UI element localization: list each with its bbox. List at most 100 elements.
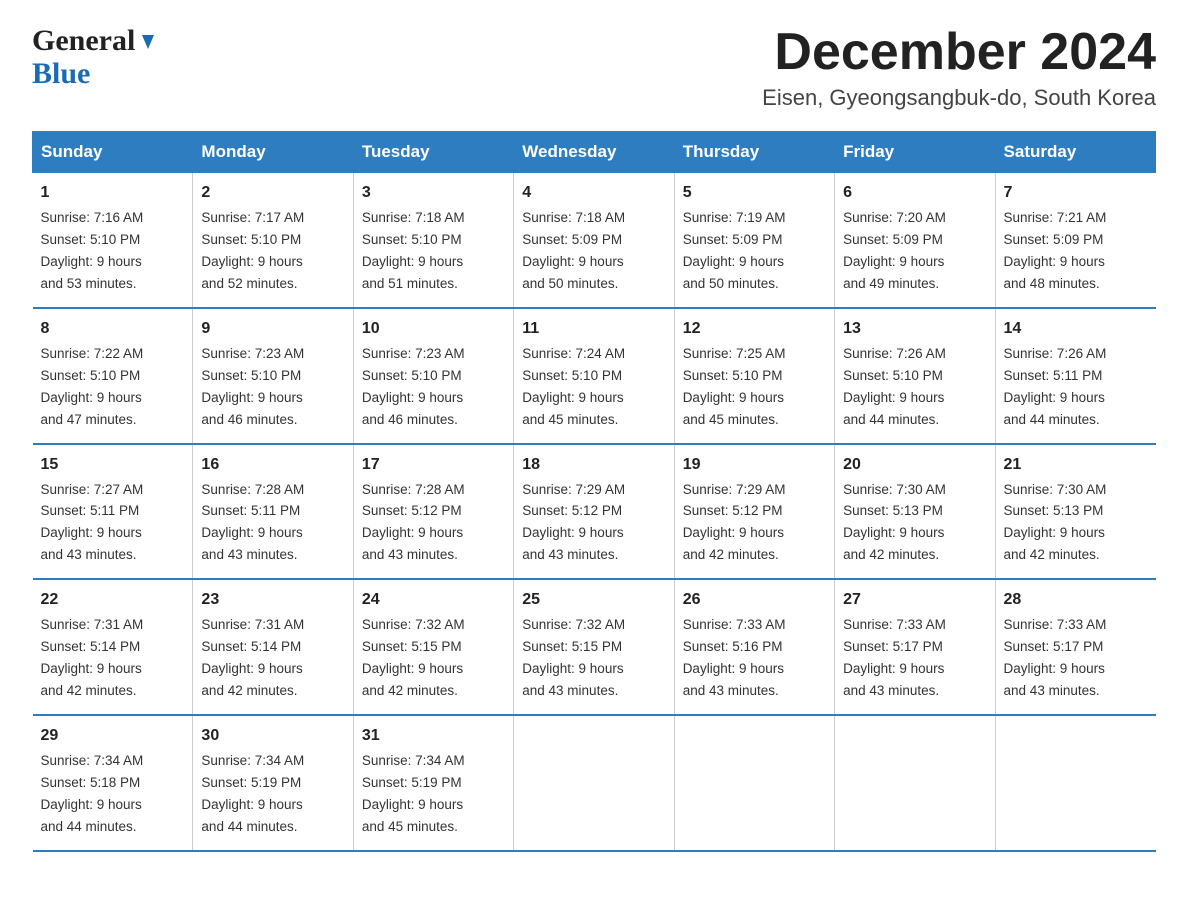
calendar-day-cell: 27 Sunrise: 7:33 AMSunset: 5:17 PMDaylig… [835, 579, 995, 715]
logo-blue-text: Blue [32, 57, 90, 90]
day-info: Sunrise: 7:21 AMSunset: 5:09 PMDaylight:… [1004, 210, 1107, 291]
calendar-day-cell [514, 715, 674, 851]
calendar-table: Sunday Monday Tuesday Wednesday Thursday… [32, 131, 1156, 851]
day-number: 13 [843, 317, 986, 341]
day-info: Sunrise: 7:17 AMSunset: 5:10 PMDaylight:… [201, 210, 304, 291]
day-number: 10 [362, 317, 505, 341]
day-number: 3 [362, 181, 505, 205]
calendar-day-cell: 1 Sunrise: 7:16 AMSunset: 5:10 PMDayligh… [33, 173, 193, 308]
location-title: Eisen, Gyeongsangbuk-do, South Korea [762, 85, 1156, 111]
calendar-day-cell: 24 Sunrise: 7:32 AMSunset: 5:15 PMDaylig… [353, 579, 513, 715]
calendar-day-cell: 21 Sunrise: 7:30 AMSunset: 5:13 PMDaylig… [995, 444, 1155, 580]
day-number: 15 [41, 453, 185, 477]
page-header: General Blue December 2024 Eisen, Gyeong… [32, 24, 1156, 111]
day-number: 18 [522, 453, 665, 477]
day-number: 23 [201, 588, 344, 612]
calendar-day-cell: 23 Sunrise: 7:31 AMSunset: 5:14 PMDaylig… [193, 579, 353, 715]
header-saturday: Saturday [995, 132, 1155, 173]
day-info: Sunrise: 7:28 AMSunset: 5:12 PMDaylight:… [362, 482, 465, 563]
day-info: Sunrise: 7:29 AMSunset: 5:12 PMDaylight:… [522, 482, 625, 563]
day-info: Sunrise: 7:34 AMSunset: 5:19 PMDaylight:… [362, 753, 465, 834]
day-number: 28 [1004, 588, 1148, 612]
day-info: Sunrise: 7:33 AMSunset: 5:17 PMDaylight:… [843, 617, 946, 698]
day-info: Sunrise: 7:24 AMSunset: 5:10 PMDaylight:… [522, 346, 625, 427]
day-info: Sunrise: 7:29 AMSunset: 5:12 PMDaylight:… [683, 482, 786, 563]
day-number: 6 [843, 181, 986, 205]
day-number: 20 [843, 453, 986, 477]
day-info: Sunrise: 7:28 AMSunset: 5:11 PMDaylight:… [201, 482, 304, 563]
day-number: 8 [41, 317, 185, 341]
calendar-day-cell: 29 Sunrise: 7:34 AMSunset: 5:18 PMDaylig… [33, 715, 193, 851]
calendar-day-cell: 9 Sunrise: 7:23 AMSunset: 5:10 PMDayligh… [193, 308, 353, 444]
header-wednesday: Wednesday [514, 132, 674, 173]
day-info: Sunrise: 7:25 AMSunset: 5:10 PMDaylight:… [683, 346, 786, 427]
logo-arrow-icon [137, 31, 159, 53]
calendar-day-cell: 5 Sunrise: 7:19 AMSunset: 5:09 PMDayligh… [674, 173, 834, 308]
day-number: 17 [362, 453, 505, 477]
calendar-day-cell [674, 715, 834, 851]
calendar-day-cell: 22 Sunrise: 7:31 AMSunset: 5:14 PMDaylig… [33, 579, 193, 715]
day-info: Sunrise: 7:23 AMSunset: 5:10 PMDaylight:… [201, 346, 304, 427]
day-number: 5 [683, 181, 826, 205]
calendar-day-cell: 12 Sunrise: 7:25 AMSunset: 5:10 PMDaylig… [674, 308, 834, 444]
calendar-week-row: 15 Sunrise: 7:27 AMSunset: 5:11 PMDaylig… [33, 444, 1156, 580]
calendar-day-cell: 18 Sunrise: 7:29 AMSunset: 5:12 PMDaylig… [514, 444, 674, 580]
month-title: December 2024 [762, 24, 1156, 81]
day-number: 12 [683, 317, 826, 341]
day-info: Sunrise: 7:31 AMSunset: 5:14 PMDaylight:… [41, 617, 144, 698]
calendar-day-cell: 10 Sunrise: 7:23 AMSunset: 5:10 PMDaylig… [353, 308, 513, 444]
header-tuesday: Tuesday [353, 132, 513, 173]
day-info: Sunrise: 7:18 AMSunset: 5:10 PMDaylight:… [362, 210, 465, 291]
calendar-day-cell: 17 Sunrise: 7:28 AMSunset: 5:12 PMDaylig… [353, 444, 513, 580]
logo-general-text: General [32, 24, 135, 57]
day-info: Sunrise: 7:31 AMSunset: 5:14 PMDaylight:… [201, 617, 304, 698]
header-friday: Friday [835, 132, 995, 173]
day-number: 16 [201, 453, 344, 477]
calendar-day-cell: 4 Sunrise: 7:18 AMSunset: 5:09 PMDayligh… [514, 173, 674, 308]
day-info: Sunrise: 7:32 AMSunset: 5:15 PMDaylight:… [362, 617, 465, 698]
title-block: December 2024 Eisen, Gyeongsangbuk-do, S… [762, 24, 1156, 111]
calendar-day-cell: 7 Sunrise: 7:21 AMSunset: 5:09 PMDayligh… [995, 173, 1155, 308]
day-number: 11 [522, 317, 665, 341]
day-number: 4 [522, 181, 665, 205]
calendar-header-row: Sunday Monday Tuesday Wednesday Thursday… [33, 132, 1156, 173]
calendar-day-cell: 20 Sunrise: 7:30 AMSunset: 5:13 PMDaylig… [835, 444, 995, 580]
day-number: 30 [201, 724, 344, 748]
calendar-week-row: 29 Sunrise: 7:34 AMSunset: 5:18 PMDaylig… [33, 715, 1156, 851]
day-info: Sunrise: 7:26 AMSunset: 5:11 PMDaylight:… [1004, 346, 1107, 427]
header-sunday: Sunday [33, 132, 193, 173]
day-info: Sunrise: 7:16 AMSunset: 5:10 PMDaylight:… [41, 210, 144, 291]
day-info: Sunrise: 7:34 AMSunset: 5:18 PMDaylight:… [41, 753, 144, 834]
calendar-day-cell: 14 Sunrise: 7:26 AMSunset: 5:11 PMDaylig… [995, 308, 1155, 444]
day-info: Sunrise: 7:30 AMSunset: 5:13 PMDaylight:… [843, 482, 946, 563]
calendar-day-cell: 6 Sunrise: 7:20 AMSunset: 5:09 PMDayligh… [835, 173, 995, 308]
day-number: 19 [683, 453, 826, 477]
day-info: Sunrise: 7:34 AMSunset: 5:19 PMDaylight:… [201, 753, 304, 834]
calendar-day-cell: 3 Sunrise: 7:18 AMSunset: 5:10 PMDayligh… [353, 173, 513, 308]
calendar-week-row: 22 Sunrise: 7:31 AMSunset: 5:14 PMDaylig… [33, 579, 1156, 715]
day-info: Sunrise: 7:26 AMSunset: 5:10 PMDaylight:… [843, 346, 946, 427]
day-info: Sunrise: 7:30 AMSunset: 5:13 PMDaylight:… [1004, 482, 1107, 563]
calendar-day-cell: 30 Sunrise: 7:34 AMSunset: 5:19 PMDaylig… [193, 715, 353, 851]
day-number: 27 [843, 588, 986, 612]
calendar-day-cell: 15 Sunrise: 7:27 AMSunset: 5:11 PMDaylig… [33, 444, 193, 580]
calendar-day-cell: 16 Sunrise: 7:28 AMSunset: 5:11 PMDaylig… [193, 444, 353, 580]
day-number: 7 [1004, 181, 1148, 205]
day-number: 2 [201, 181, 344, 205]
day-info: Sunrise: 7:32 AMSunset: 5:15 PMDaylight:… [522, 617, 625, 698]
day-number: 29 [41, 724, 185, 748]
day-number: 9 [201, 317, 344, 341]
logo: General Blue [32, 24, 159, 90]
day-number: 26 [683, 588, 826, 612]
day-info: Sunrise: 7:23 AMSunset: 5:10 PMDaylight:… [362, 346, 465, 427]
day-number: 22 [41, 588, 185, 612]
day-number: 25 [522, 588, 665, 612]
day-number: 1 [41, 181, 185, 205]
day-number: 21 [1004, 453, 1148, 477]
header-thursday: Thursday [674, 132, 834, 173]
calendar-week-row: 1 Sunrise: 7:16 AMSunset: 5:10 PMDayligh… [33, 173, 1156, 308]
calendar-day-cell: 19 Sunrise: 7:29 AMSunset: 5:12 PMDaylig… [674, 444, 834, 580]
header-monday: Monday [193, 132, 353, 173]
calendar-day-cell: 13 Sunrise: 7:26 AMSunset: 5:10 PMDaylig… [835, 308, 995, 444]
day-info: Sunrise: 7:19 AMSunset: 5:09 PMDaylight:… [683, 210, 786, 291]
